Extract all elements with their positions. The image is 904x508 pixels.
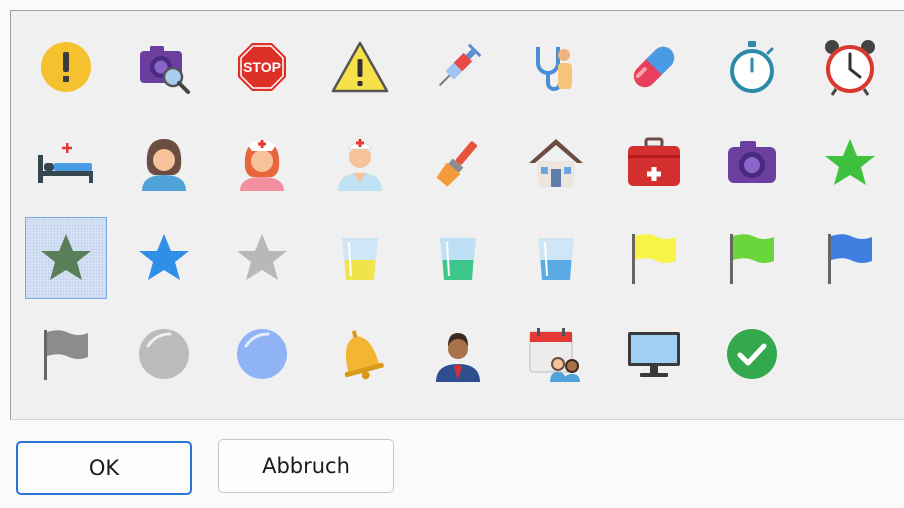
warning-icon [331,41,389,93]
icon-cell[interactable] [613,122,695,204]
green-checkmark-icon [727,328,777,379]
stop-sign-text: STOP [243,59,281,75]
yellow-flag-icon [632,234,676,285]
icon-cell[interactable] [25,122,107,204]
blue-sphere-icon [237,328,287,379]
icon-cell[interactable] [221,122,303,204]
icon-cell[interactable] [809,217,891,299]
dark-green-star-icon [41,234,91,281]
businessman-icon [436,332,480,382]
icon-cell[interactable] [319,26,401,108]
cancel-button[interactable]: Abbruch [218,439,394,493]
icon-cell[interactable] [25,217,107,300]
icon-cell[interactable] [515,122,597,204]
dialog-footer: OK Abbruch [0,421,904,508]
icon-cell[interactable] [711,313,793,395]
green-star-icon [825,138,875,185]
blue-flag-icon [828,234,872,285]
icon-cell[interactable] [221,313,303,395]
icon-cell[interactable] [319,217,401,299]
icon-cell[interactable] [25,313,107,395]
nurse-icon [240,139,284,191]
gray-star-icon [237,234,287,281]
camera-search-icon [140,46,190,94]
doctor-stethoscope-icon [536,47,572,91]
icon-cell[interactable] [809,122,891,204]
icon-cell[interactable] [123,26,205,108]
icon-cell[interactable] [515,313,597,395]
icon-cell[interactable] [613,217,695,299]
icon-cell[interactable] [25,26,107,108]
calendar-people-icon [529,327,580,382]
male-nurse-icon [338,138,382,191]
icon-cell[interactable] [417,122,499,204]
icon-cell[interactable] [319,122,401,204]
icon-grid: STOP [10,10,904,420]
first-aid-kit-icon [628,137,680,186]
hospital-bed-icon [38,142,93,183]
glass-green-liquid-icon [440,238,476,281]
woman-avatar-icon [142,138,186,191]
alarm-clock-icon [825,40,875,96]
gray-flag-icon [44,329,88,380]
blue-star-icon [139,234,189,281]
house-icon [529,138,583,187]
syringe-icon [438,43,482,87]
icon-cell[interactable] [515,217,597,299]
icon-cell[interactable] [417,313,499,395]
pill-icon [633,46,675,88]
icon-cell[interactable] [319,313,401,395]
bell-icon [344,330,384,380]
green-flag-icon [730,234,774,285]
icon-cell[interactable] [711,217,793,299]
gray-sphere-icon [139,328,189,379]
icon-cell[interactable] [417,217,499,299]
icon-cell[interactable]: STOP [221,26,303,108]
icon-cell[interactable] [613,313,695,395]
icon-cell[interactable] [613,26,695,108]
glass-yellow-liquid-icon [342,238,378,281]
exclamation-icon [41,42,91,92]
monitor-icon [628,331,680,377]
icon-cell[interactable] [123,122,205,204]
icon-cell[interactable] [417,26,499,108]
stop-sign-icon: STOP [238,43,286,91]
paintbrush-icon [436,140,477,187]
icon-cell[interactable] [711,122,793,204]
stopwatch-icon [730,41,774,93]
icon-cell[interactable] [711,26,793,108]
icon-cell[interactable] [221,217,303,299]
camera-icon [728,140,776,183]
glass-blue-liquid-icon [538,238,574,281]
icon-cell[interactable] [123,313,205,395]
icon-cell[interactable] [123,217,205,299]
icon-cell[interactable] [515,26,597,108]
icon-cell[interactable] [809,26,891,108]
ok-button[interactable]: OK [16,441,192,495]
